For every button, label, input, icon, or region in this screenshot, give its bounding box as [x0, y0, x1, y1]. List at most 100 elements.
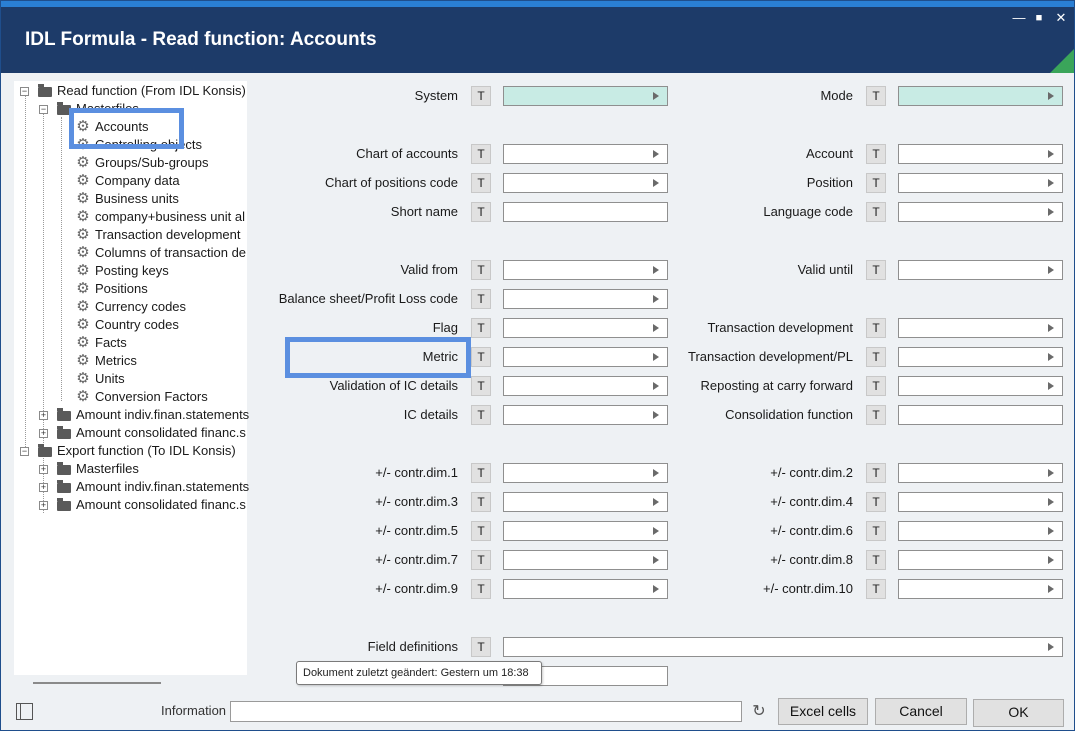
contr-dim-4-t-button[interactable]: T [866, 492, 886, 512]
chevron-right-icon[interactable] [1048, 353, 1054, 361]
contr-dim-10-field[interactable] [898, 579, 1063, 599]
system-t-button[interactable]: T [471, 86, 491, 106]
account-field[interactable] [898, 144, 1063, 164]
contr-dim-8-t-button[interactable]: T [866, 550, 886, 570]
valid-until-field[interactable] [898, 260, 1063, 280]
transaction-development-t-button[interactable]: T [866, 318, 886, 338]
contr-dim-7-field[interactable] [503, 550, 668, 570]
language-code-field[interactable] [898, 202, 1063, 222]
chevron-right-icon[interactable] [653, 179, 659, 187]
tree-horizontal-scrollbar[interactable] [33, 682, 161, 684]
excel-cells-button[interactable]: Excel cells [778, 698, 868, 725]
field-definitions-t-button[interactable]: T [471, 637, 491, 657]
chevron-right-icon[interactable] [1048, 324, 1054, 332]
chevron-right-icon[interactable] [653, 469, 659, 477]
chevron-right-icon[interactable] [653, 150, 659, 158]
contr-dim-5-field[interactable] [503, 521, 668, 541]
balance-sheet-code-field[interactable] [503, 289, 668, 309]
chevron-right-icon[interactable] [653, 498, 659, 506]
chevron-right-icon[interactable] [653, 92, 659, 100]
chevron-right-icon[interactable] [653, 382, 659, 390]
ok-button[interactable]: OK [973, 699, 1064, 727]
chevron-right-icon[interactable] [653, 266, 659, 274]
contr-dim-3-field[interactable] [503, 492, 668, 512]
valid-until-t-button[interactable]: T [866, 260, 886, 280]
short-name-field[interactable] [503, 202, 668, 222]
contr-dim-8-field[interactable] [898, 550, 1063, 570]
contr-dim-6-t-button[interactable]: T [866, 521, 886, 541]
chevron-right-icon[interactable] [653, 585, 659, 593]
validation-ic-details-t-button[interactable]: T [471, 376, 491, 396]
expand-icon[interactable]: + [39, 483, 48, 492]
collapse-icon[interactable]: − [20, 87, 29, 96]
chart-of-accounts-field[interactable] [503, 144, 668, 164]
collapse-icon[interactable]: − [20, 447, 29, 456]
close-icon[interactable]: ✕ [1053, 10, 1069, 26]
metric-field[interactable] [503, 347, 668, 367]
chevron-right-icon[interactable] [1048, 208, 1054, 216]
reposting-carry-forward-field[interactable] [898, 376, 1063, 396]
position-field[interactable] [898, 173, 1063, 193]
chevron-right-icon[interactable] [1048, 150, 1054, 158]
chevron-right-icon[interactable] [1048, 585, 1054, 593]
contr-dim-3-t-button[interactable]: T [471, 492, 491, 512]
refresh-cells-icon[interactable]: ↻ [749, 702, 769, 722]
chevron-right-icon[interactable] [653, 353, 659, 361]
contr-dim-5-t-button[interactable]: T [471, 521, 491, 541]
chevron-right-icon[interactable] [653, 556, 659, 564]
chevron-right-icon[interactable] [653, 411, 659, 419]
transaction-development-pl-t-button[interactable]: T [866, 347, 886, 367]
valid-from-t-button[interactable]: T [471, 260, 491, 280]
panel-toggle-icon[interactable] [16, 703, 33, 720]
account-t-button[interactable]: T [866, 144, 886, 164]
position-t-button[interactable]: T [866, 173, 886, 193]
cancel-button[interactable]: Cancel [875, 698, 967, 725]
minimize-icon[interactable]: — [1011, 10, 1027, 26]
language-code-t-button[interactable]: T [866, 202, 886, 222]
contr-dim-2-field[interactable] [898, 463, 1063, 483]
short-name-t-button[interactable]: T [471, 202, 491, 222]
expand-icon[interactable]: + [39, 411, 48, 420]
contr-dim-7-t-button[interactable]: T [471, 550, 491, 570]
contr-dim-2-t-button[interactable]: T [866, 463, 886, 483]
system-field[interactable] [503, 86, 668, 106]
transaction-development-pl-field[interactable] [898, 347, 1063, 367]
chevron-right-icon[interactable] [1048, 498, 1054, 506]
information-field[interactable] [230, 701, 742, 722]
chevron-right-icon[interactable] [1048, 179, 1054, 187]
contr-dim-10-t-button[interactable]: T [866, 579, 886, 599]
field-definitions-field[interactable] [503, 637, 1063, 657]
chart-of-positions-code-field[interactable] [503, 173, 668, 193]
chevron-right-icon[interactable] [1048, 382, 1054, 390]
chevron-right-icon[interactable] [1048, 469, 1054, 477]
chevron-right-icon[interactable] [653, 295, 659, 303]
contr-dim-1-field[interactable] [503, 463, 668, 483]
chevron-right-icon[interactable] [653, 324, 659, 332]
chevron-right-icon[interactable] [653, 527, 659, 535]
contr-dim-6-field[interactable] [898, 521, 1063, 541]
flag-t-button[interactable]: T [471, 318, 491, 338]
validation-ic-details-field[interactable] [503, 376, 668, 396]
ic-details-field[interactable] [503, 405, 668, 425]
chevron-right-icon[interactable] [1048, 643, 1054, 651]
chart-of-positions-code-t-button[interactable]: T [471, 173, 491, 193]
mode-t-button[interactable]: T [866, 86, 886, 106]
metric-t-button[interactable]: T [471, 347, 491, 367]
chevron-right-icon[interactable] [1048, 266, 1054, 274]
collapse-icon[interactable]: − [39, 105, 48, 114]
consolidation-function-t-button[interactable]: T [866, 405, 886, 425]
maximize-icon[interactable]: ■ [1031, 10, 1047, 26]
mode-field[interactable] [898, 86, 1063, 106]
contr-dim-4-field[interactable] [898, 492, 1063, 512]
expand-icon[interactable]: + [39, 429, 48, 438]
transaction-development-field[interactable] [898, 318, 1063, 338]
reposting-carry-forward-t-button[interactable]: T [866, 376, 886, 396]
chevron-right-icon[interactable] [1048, 92, 1054, 100]
contr-dim-9-t-button[interactable]: T [471, 579, 491, 599]
ic-details-t-button[interactable]: T [471, 405, 491, 425]
consolidation-function-field[interactable] [898, 405, 1063, 425]
balance-sheet-code-t-button[interactable]: T [471, 289, 491, 309]
contr-dim-9-field[interactable] [503, 579, 668, 599]
flag-field[interactable] [503, 318, 668, 338]
chart-of-accounts-t-button[interactable]: T [471, 144, 491, 164]
